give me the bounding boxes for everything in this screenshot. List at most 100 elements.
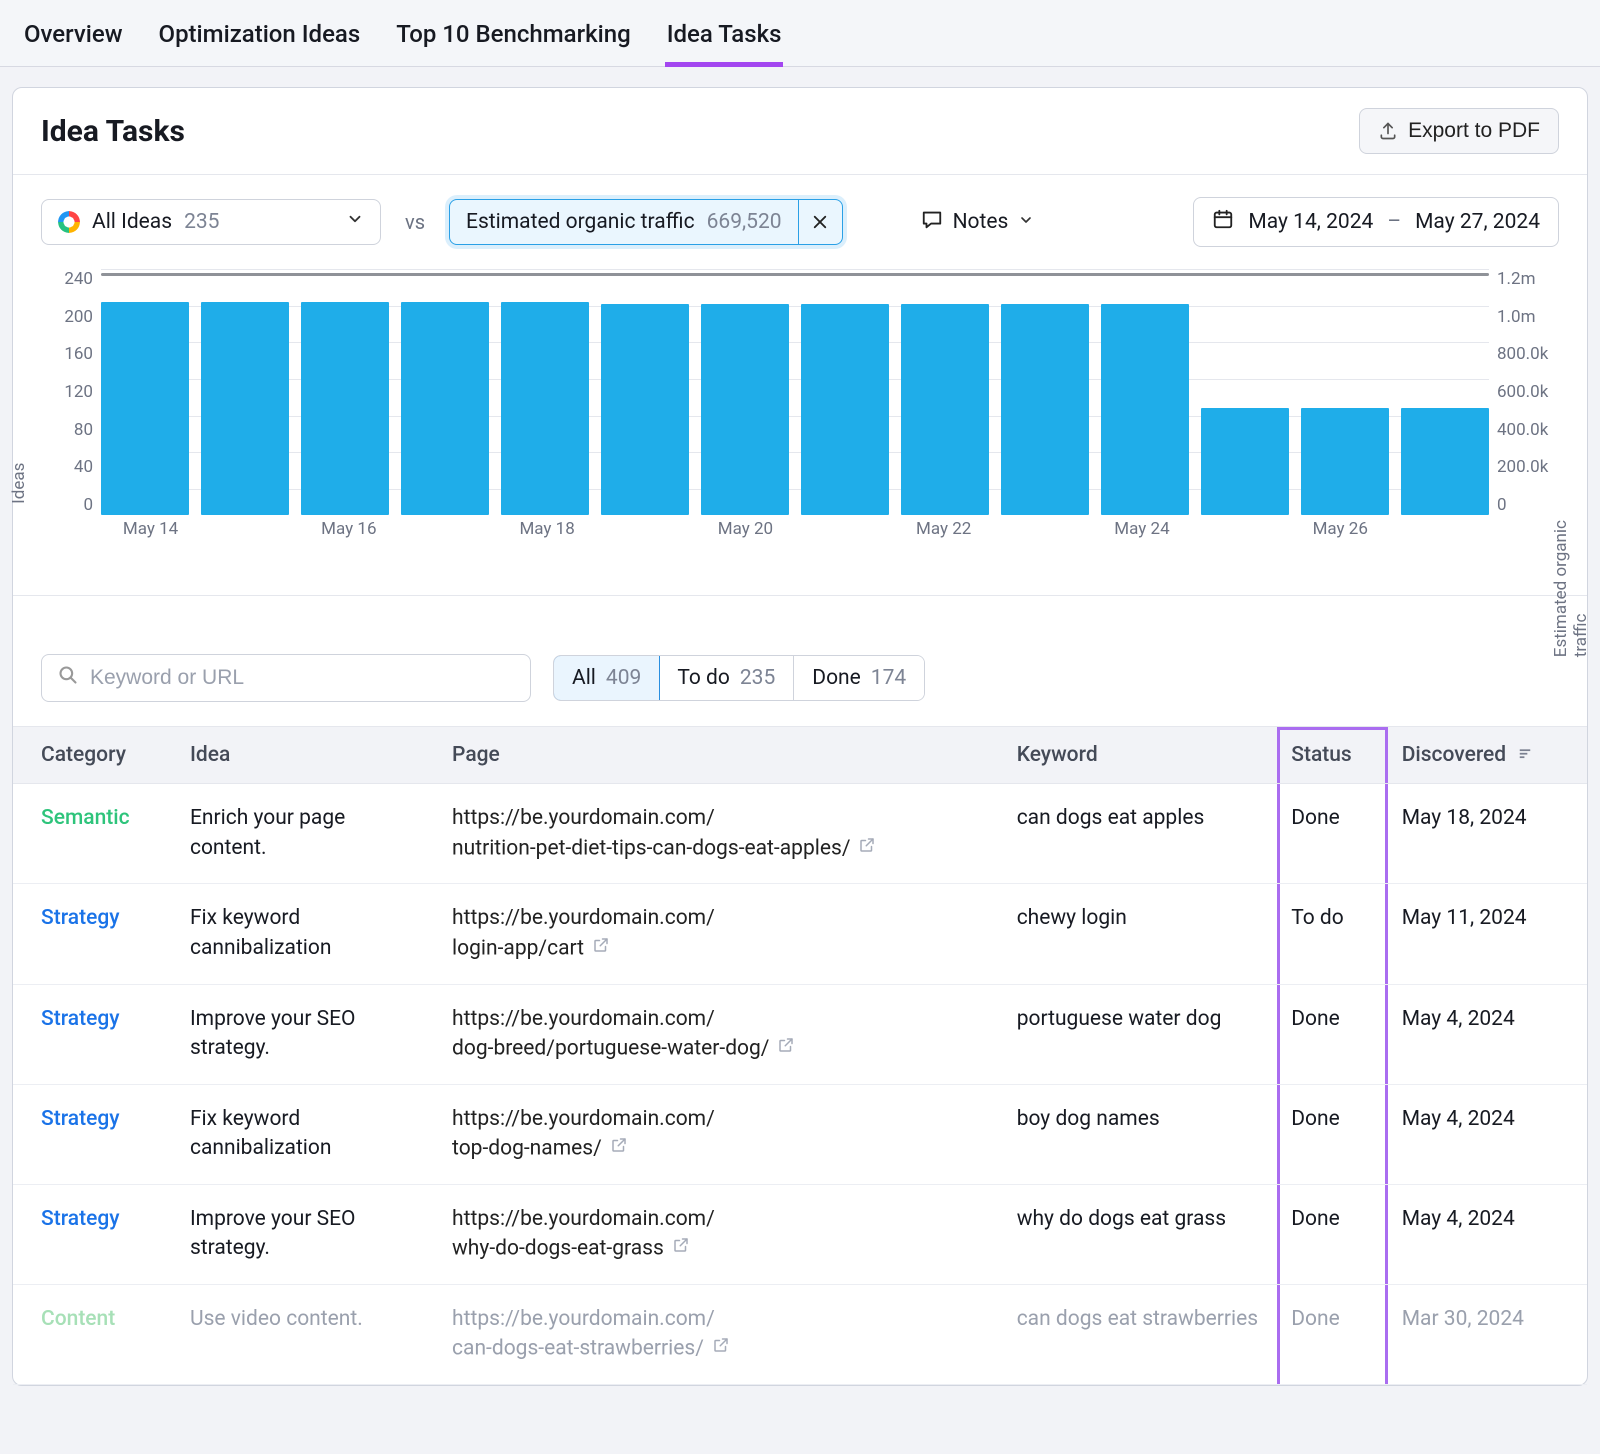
top-tab-bar: Overview Optimization Ideas Top 10 Bench… [0,0,1600,67]
status-filter-segment: All 409 To do235 Done 174 [553,655,925,701]
chart-bar[interactable] [601,304,689,515]
chart-plot[interactable]: May 14.May 16.May 18.May 20.May 22.May 2… [101,265,1489,545]
page-url[interactable]: https://be.yourdomain.com/can-dogs-eat-s… [438,1284,1003,1384]
xtick: May 14 [101,519,200,545]
page-url[interactable]: https://be.yourdomain.com/top-dog-names/ [438,1084,1003,1184]
color-wheel-icon [58,211,80,233]
external-link-icon[interactable] [610,1134,628,1163]
idea-tasks-card: Idea Tasks Export to PDF All Ideas 235 v… [12,87,1588,1386]
category-link[interactable]: Content [41,1307,115,1331]
table-row: Strategy Improve your SEO strategy.https:… [13,1184,1587,1284]
col-page[interactable]: Page [438,727,1003,784]
xtick: May 24 [1092,519,1191,545]
chart-bar[interactable] [1001,304,1089,515]
page-url[interactable]: https://be.yourdomain.com/dog-breed/port… [438,984,1003,1084]
export-icon [1378,121,1398,141]
chart-bar[interactable] [801,304,889,515]
ytick-right: 600.0k [1497,382,1559,402]
chart-bar[interactable] [401,302,489,515]
page-url[interactable]: https://be.yourdomain.com/why-do-dogs-ea… [438,1184,1003,1284]
xtick: May 22 [894,519,993,545]
ideas-dropdown-label: All Ideas [92,210,172,234]
tab-optimization-ideas[interactable]: Optimization Ideas [157,10,363,66]
ytick-left: 120 [41,382,93,402]
status-filter-count: 235 [740,666,775,690]
chart-bar[interactable] [1201,408,1289,515]
search-input[interactable] [90,666,514,690]
xtick: May 26 [1291,519,1390,545]
ytick-right: 0 [1497,495,1559,515]
tab-idea-tasks[interactable]: Idea Tasks [665,10,784,66]
external-link-icon[interactable] [777,1034,795,1063]
chart-y-right-ticks: 1.2m1.0m800.0k600.0k400.0k200.0k0 [1489,265,1559,545]
page-url[interactable]: https://be.yourdomain.com/nutrition-pet-… [438,784,1003,884]
status-filter-count: 409 [606,666,641,690]
ytick-right: 1.0m [1497,307,1559,327]
idea-text: Improve your SEO strategy. [176,1184,438,1284]
chart-bar[interactable] [301,302,389,515]
ytick-left: 240 [41,269,93,289]
status-filter-done[interactable]: Done 174 [794,656,924,700]
chart-bar[interactable] [101,302,189,515]
chevron-down-icon [346,210,364,234]
keyword-text: can dogs eat apples [1003,784,1278,884]
table-row: StrategyImprove your SEO strategy.https:… [13,984,1587,1084]
category-link[interactable]: Strategy [41,1007,120,1031]
table-row: Semantic Enrich your page content.https:/… [13,784,1587,884]
discovered-date: Mar 30, 2024 [1388,1284,1587,1384]
export-pdf-button[interactable]: Export to PDF [1359,108,1559,154]
ideas-dropdown[interactable]: All Ideas 235 [41,199,381,245]
status-filter-all[interactable]: All 409 [553,655,660,701]
status-filter-label: All [572,666,596,690]
col-idea[interactable]: Idea [176,727,438,784]
date-range-picker[interactable]: May 14, 2024 – May 27, 2024 [1193,197,1559,247]
tab-overview[interactable]: Overview [22,10,125,66]
sort-desc-icon [1517,743,1533,767]
notes-label: Notes [953,210,1009,234]
table-row: StrategyFix keyword cannibalizationhttps… [13,1084,1587,1184]
traffic-metric-chip[interactable]: Estimated organic traffic 669,520 [449,199,843,245]
external-link-icon[interactable] [858,834,876,863]
status-filter-label: Done [812,666,861,690]
discovered-date: May 4, 2024 [1388,984,1587,1084]
chart-bar[interactable] [201,302,289,515]
category-link[interactable]: Strategy [41,1107,120,1131]
traffic-metric-clear-button[interactable] [798,200,842,244]
status-text: Done [1277,984,1387,1084]
status-text: Done [1277,1284,1387,1384]
col-status[interactable]: Status [1277,727,1387,784]
col-keyword[interactable]: Keyword [1003,727,1278,784]
status-filter-count: 174 [871,666,906,690]
search-input-wrap[interactable] [41,654,531,702]
col-category[interactable]: Category [13,727,176,784]
idea-text: Enrich your page content. [176,784,438,884]
chart-y-left-ticks: 24020016012080400 [41,265,101,545]
external-link-icon[interactable] [712,1334,730,1363]
tab-top10-benchmarking[interactable]: Top 10 Benchmarking [394,10,632,66]
col-discovered[interactable]: Discovered [1388,727,1587,784]
chart-bar[interactable] [701,304,789,515]
xtick: May 16 [299,519,398,545]
external-link-icon[interactable] [592,934,610,963]
traffic-metric-value: 669,520 [707,210,782,234]
external-link-icon[interactable] [672,1234,690,1263]
vs-label: vs [405,210,425,234]
chart-bar[interactable] [501,302,589,515]
notes-dropdown[interactable]: Notes [921,208,1035,236]
status-text: Done [1277,1184,1387,1284]
chart-bar[interactable] [901,304,989,515]
ideas-dropdown-count: 235 [184,210,219,234]
chart-bar[interactable] [1401,408,1489,515]
xtick: May 20 [696,519,795,545]
filter-row: All Ideas 235 vs Estimated organic traff… [13,175,1587,257]
keyword-text: can dogs eat strawberries [1003,1284,1278,1384]
chart-bar[interactable] [1101,304,1189,515]
category-link[interactable]: Strategy [41,1207,120,1231]
chart-bar[interactable] [1301,408,1389,515]
status-filter-to-do[interactable]: To do235 [659,656,794,700]
table-row: ContentUse video content.https://be.your… [13,1284,1587,1384]
category-link[interactable]: Strategy [41,906,120,930]
page-url[interactable]: https://be.yourdomain.com/login-app/cart [438,884,1003,984]
ytick-right: 400.0k [1497,420,1559,440]
category-link[interactable]: Semantic [41,806,130,830]
